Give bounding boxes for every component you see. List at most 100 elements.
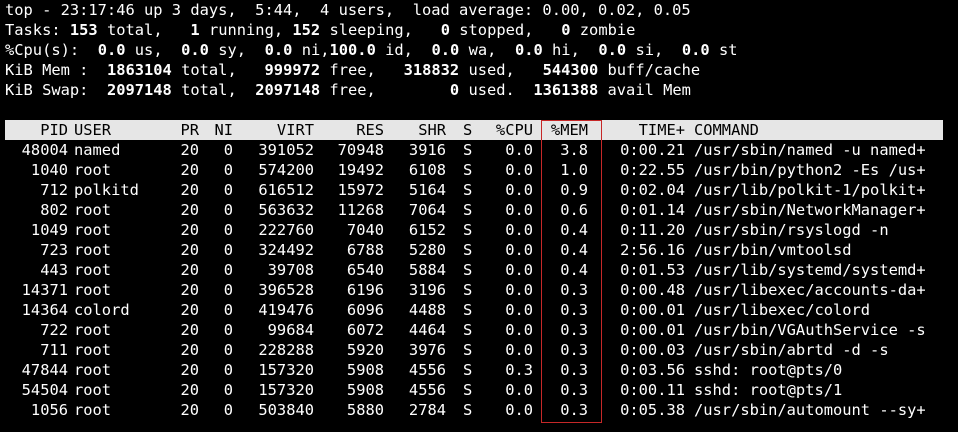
row-pid: 443 — [40, 261, 68, 279]
table-row[interactable]: 1056 root 20 0 503840 5880 2784 S 0.0 0.3 0:05.38 /… — [5, 400, 955, 420]
row-time: 0:01.14 — [620, 201, 685, 219]
terminal-window: { "summary": { "line1": { "prefix": "top… — [0, 0, 958, 432]
uptime-text: top - 23:17:46 up 3 days, 5:44, 4 users,… — [5, 1, 691, 19]
row-pid: 14364 — [21, 301, 68, 319]
row-shr: 2784 — [408, 401, 446, 419]
row-command: /usr/sbin/named -u named+ — [694, 141, 926, 159]
table-row[interactable]: 443 root 20 0 39708 6540 5884 S 0.0 0.4 0:01.53/us… — [5, 260, 955, 280]
row-pr: 20 — [180, 301, 199, 319]
tasks-label: Tasks: — [5, 21, 61, 39]
row-pid: 1056 — [30, 401, 68, 419]
row-shr: 6152 — [408, 221, 446, 239]
row-time: 0:02.04 — [620, 181, 685, 199]
row-user: root — [74, 401, 112, 419]
row-time: 0:00.11 — [620, 381, 685, 399]
header-s[interactable]: S — [463, 120, 477, 140]
header-pid[interactable]: PID — [5, 120, 68, 140]
table-row[interactable]: 1040 root 20 0 574200 19492 6108 S 0.0 1.0 0:22.55… — [5, 160, 955, 180]
row-time: 0:00.03 — [620, 341, 685, 359]
cpu-hi-label: hi, — [552, 41, 580, 59]
row-state: S — [463, 361, 473, 379]
cpu-st-label: st — [718, 41, 738, 59]
mem-total-label: total, — [181, 61, 237, 79]
header-ni[interactable]: NI — [212, 120, 233, 140]
row-time: 0:00.01 — [620, 321, 685, 339]
process-table-header: PID USER PR NI VIRT RES SHR S %CPU %MEM … — [5, 120, 943, 140]
row-user: root — [74, 241, 112, 259]
row-res: 6196 — [346, 281, 384, 299]
header-command[interactable]: COMMAND — [694, 120, 956, 140]
row-user: colord — [74, 301, 130, 319]
row-virt: 396528 — [258, 281, 314, 299]
row-command: sshd: root@pts/0 — [694, 361, 843, 379]
row-ni: 0 — [223, 381, 233, 399]
row-time: 0:00.01 — [620, 301, 685, 319]
row-cpu: 0.0 — [505, 221, 533, 239]
swap-avail: 1361388 — [533, 81, 599, 99]
row-pid: 14371 — [21, 281, 68, 299]
table-row[interactable]: 54504 root 20 0 157320 5908 4556 S 0.0 0.3 0:00.11… — [5, 380, 955, 400]
table-row[interactable]: 802 root 20 0 563632 11268 7064 S 0.0 0.6 0:01.14 /… — [5, 200, 955, 220]
row-mem: 1.0 — [560, 161, 588, 179]
table-row[interactable]: 722 root 20 0 99684 6072 4464 S 0.0 0.3 0:00.01/us… — [5, 320, 955, 340]
row-user: named — [74, 141, 121, 159]
row-res: 6788 — [346, 241, 384, 259]
row-cpu: 0.0 — [505, 321, 533, 339]
table-row[interactable]: 712 polkitd 20 0 616512 15972 5164 S 0.0 0.9 0:02.… — [5, 180, 955, 200]
row-pr: 20 — [180, 281, 199, 299]
table-row[interactable]: 1049 root 20 0 222760 7040 6152 S 0.0 0.4 0:11.20 /… — [5, 220, 955, 240]
header-virt[interactable]: VIRT — [243, 120, 314, 140]
row-virt: 39708 — [267, 261, 314, 279]
row-shr: 4488 — [408, 301, 446, 319]
row-user: root — [74, 201, 112, 219]
row-pid: 54504 — [21, 381, 68, 399]
row-cpu: 0.3 — [505, 361, 533, 379]
row-command: /usr/bin/VGAuthService -s — [694, 321, 926, 339]
row-res: 5920 — [346, 341, 384, 359]
table-row[interactable]: 14371 root 20 0 396528 6196 3196 S 0.0 0.3 0:00.48… — [5, 280, 955, 300]
row-res: 70948 — [337, 141, 384, 159]
row-user: root — [74, 361, 112, 379]
header-pr[interactable]: PR — [173, 120, 199, 140]
header-cpu[interactable]: %CPU — [488, 120, 533, 140]
row-res: 5880 — [346, 401, 384, 419]
cpu-line: %Cpu(s): 0.0 us, 0.0 sy, 0.0 ni,100.0 id… — [5, 40, 955, 60]
row-virt: 563632 — [258, 201, 314, 219]
row-mem: 0.4 — [560, 241, 588, 259]
row-mem: 0.3 — [560, 401, 588, 419]
row-mem: 0.3 — [560, 361, 588, 379]
cpu-si-label: si, — [635, 41, 664, 59]
row-res: 6096 — [346, 301, 384, 319]
row-cpu: 0.0 — [505, 261, 533, 279]
mem-free-label: free, — [329, 61, 376, 79]
row-res: 11268 — [337, 201, 384, 219]
row-pid: 711 — [40, 341, 68, 359]
header-user[interactable]: USER — [74, 120, 174, 140]
swap-free-label: free, — [329, 81, 376, 99]
row-pr: 20 — [180, 181, 199, 199]
row-res: 6540 — [346, 261, 384, 279]
row-ni: 0 — [223, 141, 233, 159]
row-mem: 3.8 — [560, 141, 588, 159]
row-pr: 20 — [180, 261, 199, 279]
row-res: 7040 — [346, 221, 384, 239]
table-row[interactable]: 711 root 20 0 228288 5920 3976 S 0.0 0.3 0:00.03/u… — [5, 340, 955, 360]
table-row[interactable]: 14364 colord 20 0 419476 6096 4488 S 0.0 0.3 0:00.… — [5, 300, 955, 320]
header-time[interactable]: TIME+ — [605, 120, 685, 140]
row-pr: 20 — [180, 141, 199, 159]
swap-line: KiB Swap: 2097148 total, 2097148 free, 0… — [5, 80, 955, 100]
header-shr[interactable]: SHR — [390, 120, 446, 140]
header-res[interactable]: RES — [320, 120, 384, 140]
cpu-si: 0.0 — [598, 41, 627, 59]
row-ni: 0 — [223, 361, 233, 379]
tasks-total: 153 — [69, 21, 98, 39]
table-row[interactable]: 47844 root 20 0 157320 5908 4556 S 0.3 0.3 0:03.56… — [5, 360, 955, 380]
header-mem[interactable]: %MEM — [543, 120, 588, 140]
row-mem: 0.6 — [560, 201, 588, 219]
row-ni: 0 — [223, 321, 233, 339]
table-row[interactable]: 48004 named 20 0 391052 70948 3916 S 0.0 3.8 0:00.… — [5, 140, 955, 160]
row-res: 5908 — [346, 361, 384, 379]
row-virt: 228288 — [258, 341, 314, 359]
row-cpu: 0.0 — [505, 401, 533, 419]
table-row[interactable]: 723 root 20 0 324492 6788 5280 S 0.0 0.4 2:56.16/u… — [5, 240, 955, 260]
